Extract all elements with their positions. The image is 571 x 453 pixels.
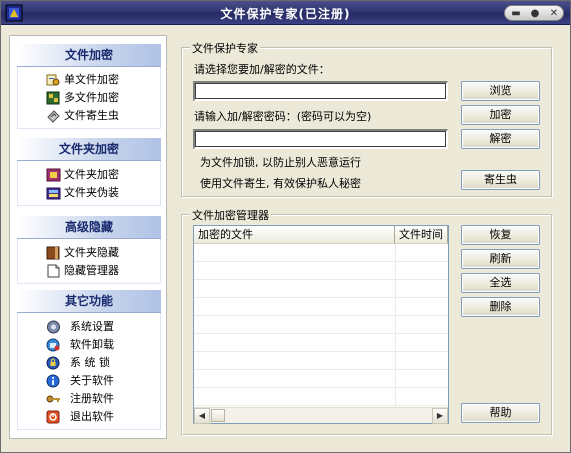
sidebar-item-label: 文件寄生虫 <box>64 109 119 122</box>
sidebar-item-uninstall[interactable]: 软件卸载 <box>18 336 160 354</box>
sidebar-item-label: 系 统 锁 <box>70 356 110 369</box>
sidebar-item-folder-hide[interactable]: 文件夹隐藏 <box>18 244 160 262</box>
book-folder-icon <box>46 246 60 260</box>
sidebar-item-label: 文件夹隐藏 <box>64 246 119 259</box>
sidebar-item-label: 退出软件 <box>70 410 114 423</box>
window-title: 文件保护专家(已注册) <box>220 7 351 21</box>
lock-icon <box>46 356 60 370</box>
sidebar-item-register[interactable]: 注册软件 <box>18 390 160 408</box>
sidebar-item-label: 多文件加密 <box>64 91 119 104</box>
key-icon <box>46 395 60 403</box>
password-input[interactable] <box>193 129 448 149</box>
sidebar-item-settings[interactable]: 系统设置 <box>18 318 160 336</box>
info-icon <box>46 374 60 388</box>
section-file-encrypt-header: 文件加密 <box>17 43 161 67</box>
scroll-thumb[interactable] <box>211 409 225 422</box>
column-file-time[interactable]: 文件时间 <box>395 226 448 244</box>
sidebar-item-label: 文件夹加密 <box>64 168 119 181</box>
key-file-icon <box>46 74 60 86</box>
section-advanced-hide: 文件夹隐藏 隐藏管理器 <box>17 239 161 284</box>
close-button[interactable]: ✕ <box>545 7 563 20</box>
sidebar-item-label: 软件卸载 <box>70 338 114 351</box>
encrypt-button[interactable]: 加密 <box>461 105 540 125</box>
sidebar-item-label: 文件夹伪装 <box>64 186 119 199</box>
manager-group-title: 文件加密管理器 <box>190 207 271 223</box>
section-other-header: 其它功能 <box>17 289 161 313</box>
sidebar-item-hide-manager[interactable]: 隐藏管理器 <box>18 262 160 280</box>
folder-disguise-icon <box>46 187 61 200</box>
sidebar-item-label: 隐藏管理器 <box>64 264 119 277</box>
file-label: 请选择您要加/解密的文件： <box>194 63 330 76</box>
uninstall-icon <box>46 338 60 352</box>
sidebar-item-folder-encrypt[interactable]: 文件夹加密 <box>18 166 160 184</box>
scroll-left-button[interactable]: ◀ <box>194 408 210 424</box>
parasite-file-icon <box>47 110 60 123</box>
decrypt-button[interactable]: 解密 <box>461 129 540 149</box>
sidebar-item-about[interactable]: 关于软件 <box>18 372 160 390</box>
sidebar-item-label: 注册软件 <box>70 392 114 405</box>
title-bar[interactable]: 文件保护专家(已注册) ▬ ● ✕ <box>1 1 570 25</box>
protect-group-title: 文件保护专家 <box>190 40 260 56</box>
section-folder-encrypt: 文件夹加密 文件夹伪装 <box>17 161 161 206</box>
horizontal-scrollbar[interactable]: ◀ ▶ <box>194 407 448 424</box>
hint-lock-text: 为文件加锁, 以防止别人恶意运行 <box>200 156 361 169</box>
password-label: 请输入加/解密密码：(密码可以为空) <box>194 110 372 123</box>
sidebar-item-label: 关于软件 <box>70 374 114 387</box>
section-file-encrypt: 单文件加密 多文件加密 文件寄生虫 <box>17 67 161 129</box>
refresh-button[interactable]: 刷新 <box>461 249 540 269</box>
multi-file-icon <box>46 91 60 105</box>
delete-button[interactable]: 删除 <box>461 297 540 317</box>
select-all-button[interactable]: 全选 <box>461 273 540 293</box>
browse-button[interactable]: 浏览 <box>461 81 540 101</box>
scroll-right-button[interactable]: ▶ <box>432 408 448 424</box>
sidebar-item-exit[interactable]: 退出软件 <box>18 408 160 426</box>
sidebar-item-folder-disguise[interactable]: 文件夹伪装 <box>18 184 160 202</box>
help-button[interactable]: 帮助 <box>461 403 540 423</box>
sidebar-item-label: 系统设置 <box>70 320 114 333</box>
hint-parasite-text: 使用文件寄生, 有效保护私人秘密 <box>200 177 361 190</box>
window-controls: ▬ ● ✕ <box>504 5 564 21</box>
restore-file-button[interactable]: 恢复 <box>461 225 540 245</box>
list-rows <box>194 244 448 407</box>
sidebar-item-label: 单文件加密 <box>64 73 119 86</box>
parasite-button[interactable]: 寄生虫 <box>461 170 540 190</box>
section-other: 系统设置 软件卸载 系 统 锁 关于软件 注册软件 退出软件 <box>17 313 161 430</box>
gear-icon <box>47 320 60 334</box>
app-window: 文件保护专家(已注册) ▬ ● ✕ 文件加密 单文件加密 多文件加密 文件寄生虫… <box>0 0 571 453</box>
sidebar-item-system-lock[interactable]: 系 统 锁 <box>18 354 160 372</box>
section-advanced-hide-header: 高级隐藏 <box>17 215 161 239</box>
encrypted-files-list[interactable]: 加密的文件 文件时间 ◀ ▶ <box>193 225 449 424</box>
sidebar-item-file-parasite[interactable]: 文件寄生虫 <box>18 107 160 125</box>
sidebar: 文件加密 单文件加密 多文件加密 文件寄生虫 文件夹加密 文件夹加密 文件夹伪装… <box>9 35 167 439</box>
restore-button[interactable]: ● <box>526 7 544 20</box>
column-encrypted-file[interactable]: 加密的文件 <box>194 226 395 244</box>
folder-lock-icon <box>46 168 61 182</box>
sidebar-item-single-file-encrypt[interactable]: 单文件加密 <box>18 71 160 89</box>
sidebar-item-multi-file-encrypt[interactable]: 多文件加密 <box>18 89 160 107</box>
document-icon <box>47 264 60 278</box>
section-folder-encrypt-header: 文件夹加密 <box>17 137 161 161</box>
power-icon <box>46 410 60 424</box>
file-path-input[interactable] <box>193 81 448 101</box>
minimize-button[interactable]: ▬ <box>507 7 525 20</box>
list-header: 加密的文件 文件时间 <box>194 226 448 244</box>
